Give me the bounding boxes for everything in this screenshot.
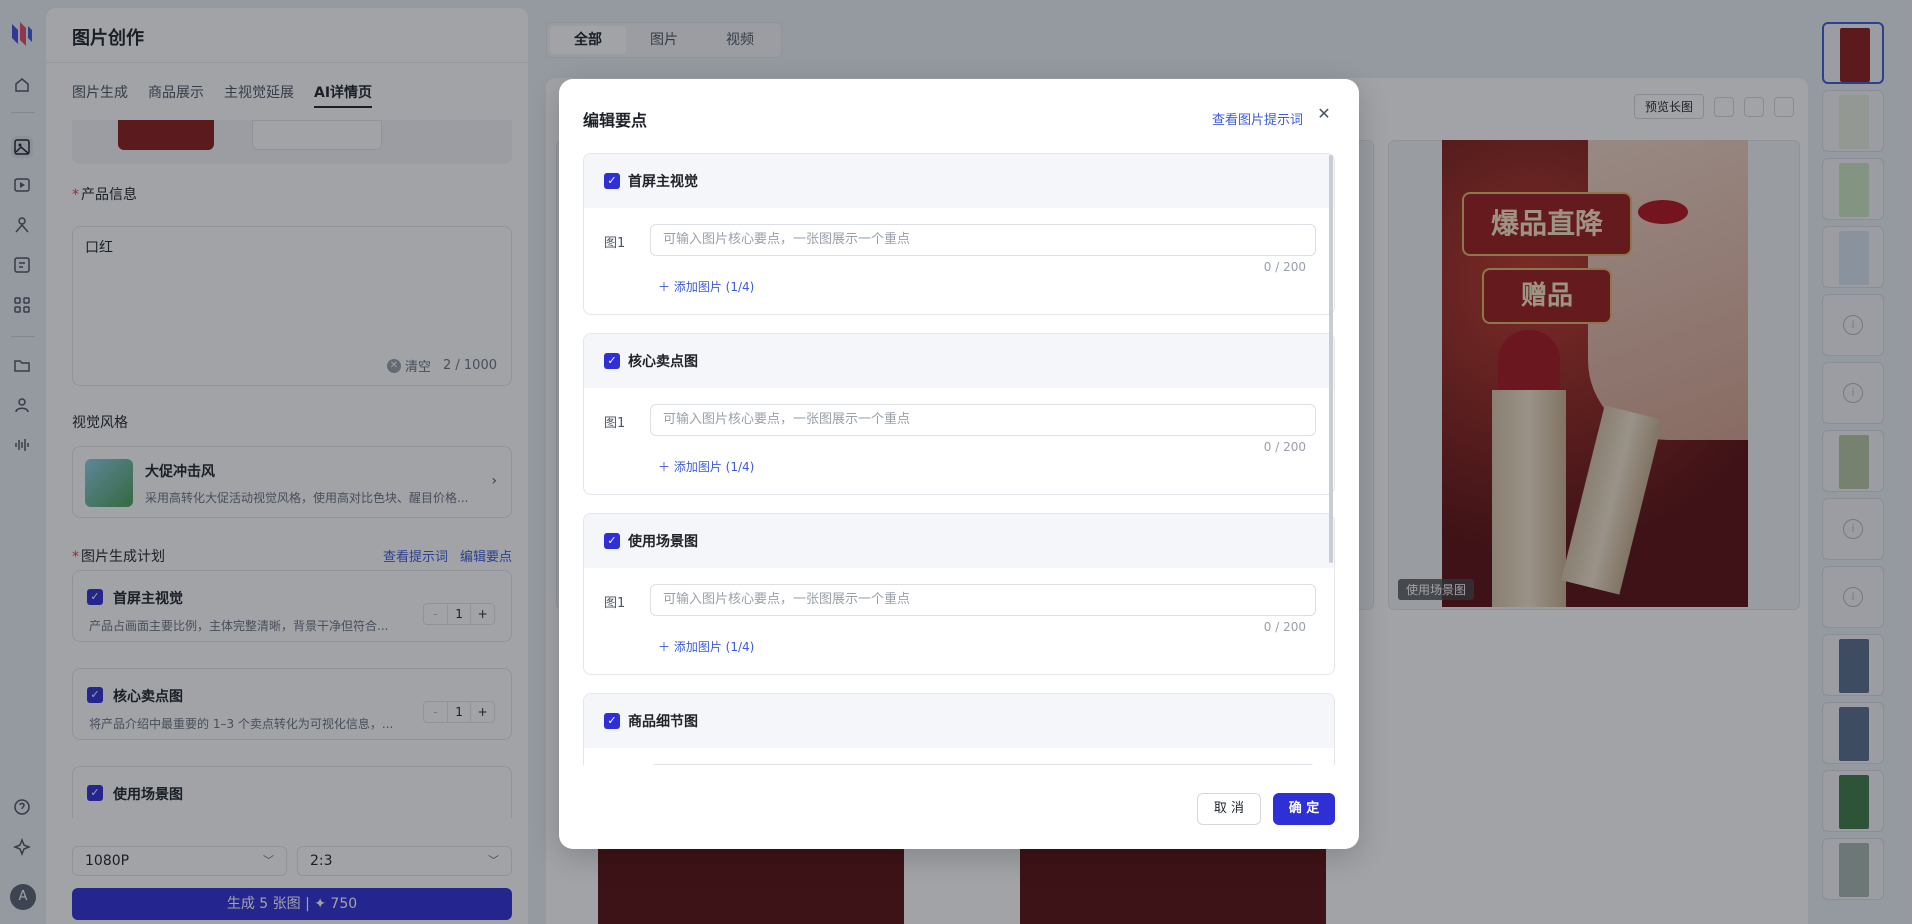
section-title: 首屏主视觉 [628,174,698,190]
section-header: ✓ 商品细节图 [584,694,1334,748]
point-input[interactable]: 可输入图片核心要点，一张图展示一个重点 [650,584,1316,616]
scrollbar[interactable] [1329,155,1333,563]
char-count: 0 / 200 [1263,260,1306,274]
section-checkbox[interactable]: ✓ [604,173,620,189]
char-count: 0 / 200 [1263,440,1306,454]
point-section-hero: ✓ 首屏主视觉 图1 可输入图片核心要点，一张图展示一个重点 0 / 200 ＋… [583,153,1335,315]
cancel-button[interactable]: 取 消 [1197,793,1261,825]
point-section-selling-point: ✓ 核心卖点图 图1 可输入图片核心要点，一张图展示一个重点 0 / 200 ＋… [583,333,1335,495]
image-row-label: 图1 [604,236,626,251]
edit-points-modal: 编辑要点 查看图片提示词 ✕ ✓ 首屏主视觉 图1 可输入图片核心要点，一张图展… [559,79,1359,849]
point-input[interactable]: 可输入图片核心要点，一张图展示一个重点 [650,404,1316,436]
points-list[interactable]: ✓ 首屏主视觉 图1 可输入图片核心要点，一张图展示一个重点 0 / 200 ＋… [583,153,1335,765]
modal-title: 编辑要点 [583,111,648,130]
point-input[interactable] [650,764,1316,765]
image-row-label: 图1 [604,416,626,431]
section-header: ✓ 首屏主视觉 [584,154,1334,208]
section-checkbox[interactable]: ✓ [604,533,620,549]
char-count: 0 / 200 [1263,620,1306,634]
add-image-button[interactable]: ＋ 添加图片 (1/4) [658,458,754,475]
add-image-button[interactable]: ＋ 添加图片 (1/4) [658,278,754,295]
point-section-detail: ✓ 商品细节图 [583,693,1335,765]
section-title: 商品细节图 [628,714,698,730]
close-icon[interactable]: ✕ [1315,105,1333,123]
view-image-prompt-link[interactable]: 查看图片提示词 [1212,109,1303,128]
add-image-button[interactable]: ＋ 添加图片 (1/4) [658,638,754,655]
section-checkbox[interactable]: ✓ [604,353,620,369]
section-header: ✓ 使用场景图 [584,514,1334,568]
section-title: 使用场景图 [628,534,698,550]
point-section-scene: ✓ 使用场景图 图1 可输入图片核心要点，一张图展示一个重点 0 / 200 ＋… [583,513,1335,675]
section-header: ✓ 核心卖点图 [584,334,1334,388]
section-title: 核心卖点图 [628,354,698,370]
point-input[interactable]: 可输入图片核心要点，一张图展示一个重点 [650,224,1316,256]
image-row-label: 图1 [604,596,626,611]
confirm-button[interactable]: 确 定 [1273,793,1335,825]
section-checkbox[interactable]: ✓ [604,713,620,729]
